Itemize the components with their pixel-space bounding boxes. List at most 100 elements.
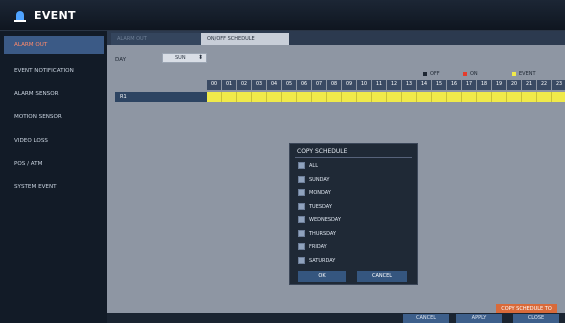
day-label: DAY [115,57,127,63]
hour-header-cell[interactable]: 20 [507,80,522,90]
schedule-cell[interactable] [477,92,492,102]
checkbox-label: ALL [309,163,318,169]
legend-off-swatch [423,72,427,76]
checkbox-label: MONDAY [309,190,331,196]
hour-header-cell[interactable]: 22 [537,80,552,90]
checkbox[interactable] [298,175,305,183]
checkbox[interactable] [298,243,305,250]
schedule-cell[interactable] [372,92,387,102]
schedule-cell[interactable] [447,92,462,102]
dialog-divider [295,157,412,158]
checkbox-label: SATURDAY [309,257,336,264]
hour-header-cell[interactable]: 07 [312,80,327,90]
bottom-action-bar: CANCEL APPLY CLOSE [107,313,565,323]
hour-header-cell[interactable]: 04 [267,80,282,90]
checkbox[interactable] [298,189,305,196]
checkbox[interactable] [298,202,305,210]
hour-header-cell[interactable]: 09 [342,80,357,90]
checkbox[interactable] [298,229,305,237]
dialog-title: COPY SCHEDULE [297,148,348,155]
schedule-cell[interactable] [357,92,372,102]
schedule-cell[interactable] [492,92,507,102]
checkbox-label: THURSDAY [309,230,336,237]
footer-cancel-button[interactable]: CANCEL [403,314,449,323]
schedule-cell[interactable] [507,92,522,102]
close-button[interactable]: CLOSE [513,314,559,323]
main-panel: ALARM OUT ON/OFF SCHEDULE DAY SUN ⬍ OFF … [107,31,565,323]
hour-header-cell[interactable]: 10 [357,80,372,90]
tab-on-off-schedule[interactable]: ON/OFF SCHEDULE [201,33,289,45]
hour-header-cell[interactable]: 14 [417,80,432,90]
schedule-cell[interactable] [327,92,342,102]
hour-header-cell[interactable]: 21 [522,80,537,90]
sidebar-item-system-event[interactable]: SYSTEM EVENT [4,178,104,196]
schedule-cell[interactable] [537,92,552,102]
sidebar-item-alarm-sensor[interactable]: ALARM SENSOR [4,85,104,103]
sidebar-item-pos-atm[interactable]: POS / ATM [4,155,104,173]
schedule-cell[interactable] [522,92,537,102]
event-window: EVENT ALARM OUT EVENT NOTIFICATION ALARM… [0,0,565,323]
schedule-cell[interactable] [312,92,327,102]
hour-header-cell[interactable]: 12 [387,80,402,90]
schedule-panel: DAY SUN ⬍ OFF ON EVENT 00 01 02 03 04 05 06 07 0… [107,45,565,323]
checkbox-label: FRIDAY [309,244,327,250]
checkbox-label: TUESDAY [309,203,332,210]
hour-header-cell[interactable]: 05 [282,80,297,90]
page-title: EVENT [34,9,76,22]
sidebar-item-alarm-out[interactable]: ALARM OUT [4,36,104,54]
legend-off-label: OFF [430,71,440,77]
day-select[interactable]: SUN ⬍ [162,53,207,63]
sidebar-item-event-notification[interactable]: EVENT NOTIFICATION [4,62,104,80]
hour-header-cell[interactable]: 18 [477,80,492,90]
schedule-cell[interactable] [417,92,432,102]
schedule-cell[interactable] [237,92,252,102]
hour-header-cell[interactable]: 17 [462,80,477,90]
ok-button[interactable]: OK [298,271,346,282]
schedule-cell[interactable] [252,92,267,102]
schedule-cell[interactable] [462,92,477,102]
hour-header-cell[interactable]: 08 [327,80,342,90]
spinner-arrows-icon: ⬍ [197,54,203,61]
hour-header-cell[interactable]: 03 [252,80,267,90]
sidebar-item-video-loss[interactable]: VIDEO LOSS [4,132,104,150]
checkbox[interactable] [298,256,305,264]
checkbox-label: WEDNESDAY [309,217,341,223]
hour-header-cell[interactable]: 01 [222,80,237,90]
sidebar-item-motion-sensor[interactable]: MOTION SENSOR [4,108,104,126]
schedule-cell[interactable] [342,92,357,102]
day-select-value: SUN [175,55,186,61]
hour-header-cell[interactable]: 23 [552,80,565,90]
hour-header-cell[interactable]: 00 [207,80,222,90]
legend-on-swatch [463,72,467,76]
schedule-cell[interactable] [282,92,297,102]
sidebar: ALARM OUT EVENT NOTIFICATION ALARM SENSO… [0,31,107,323]
schedule-cell[interactable] [207,92,222,102]
hour-header-cell[interactable]: 11 [372,80,387,90]
checkbox-label: SUNDAY [309,176,330,183]
schedule-cell[interactable] [267,92,282,102]
legend-event-swatch [512,72,516,76]
schedule-row-label: R1 [115,92,207,102]
tab-alarm-out[interactable]: ALARM OUT [111,33,201,45]
schedule-cell[interactable] [402,92,417,102]
checkbox[interactable] [298,162,305,169]
hour-header-cell[interactable]: 06 [297,80,312,90]
hour-header-cell[interactable]: 13 [402,80,417,90]
hour-header-cell[interactable]: 16 [447,80,462,90]
schedule-cell[interactable] [432,92,447,102]
legend-event-label: EVENT [519,71,536,77]
schedule-cell[interactable] [297,92,312,102]
hour-header-cell[interactable]: 15 [432,80,447,90]
cancel-button[interactable]: CANCEL [357,271,407,282]
copy-schedule-dialog: COPY SCHEDULE ALL SUNDAY MONDAY TUESDAY WEDN… [289,143,418,285]
checkbox[interactable] [298,216,305,223]
tab-bar: ALARM OUT ON/OFF SCHEDULE [107,31,565,45]
schedule-cell[interactable] [387,92,402,102]
hour-header-cell[interactable]: 02 [237,80,252,90]
hour-header-cell[interactable]: 19 [492,80,507,90]
legend-on-label: ON [470,71,478,77]
schedule-cell[interactable] [222,92,237,102]
schedule-cell[interactable] [552,92,565,102]
apply-button[interactable]: APPLY [456,314,502,323]
alarm-bell-icon [14,11,26,22]
